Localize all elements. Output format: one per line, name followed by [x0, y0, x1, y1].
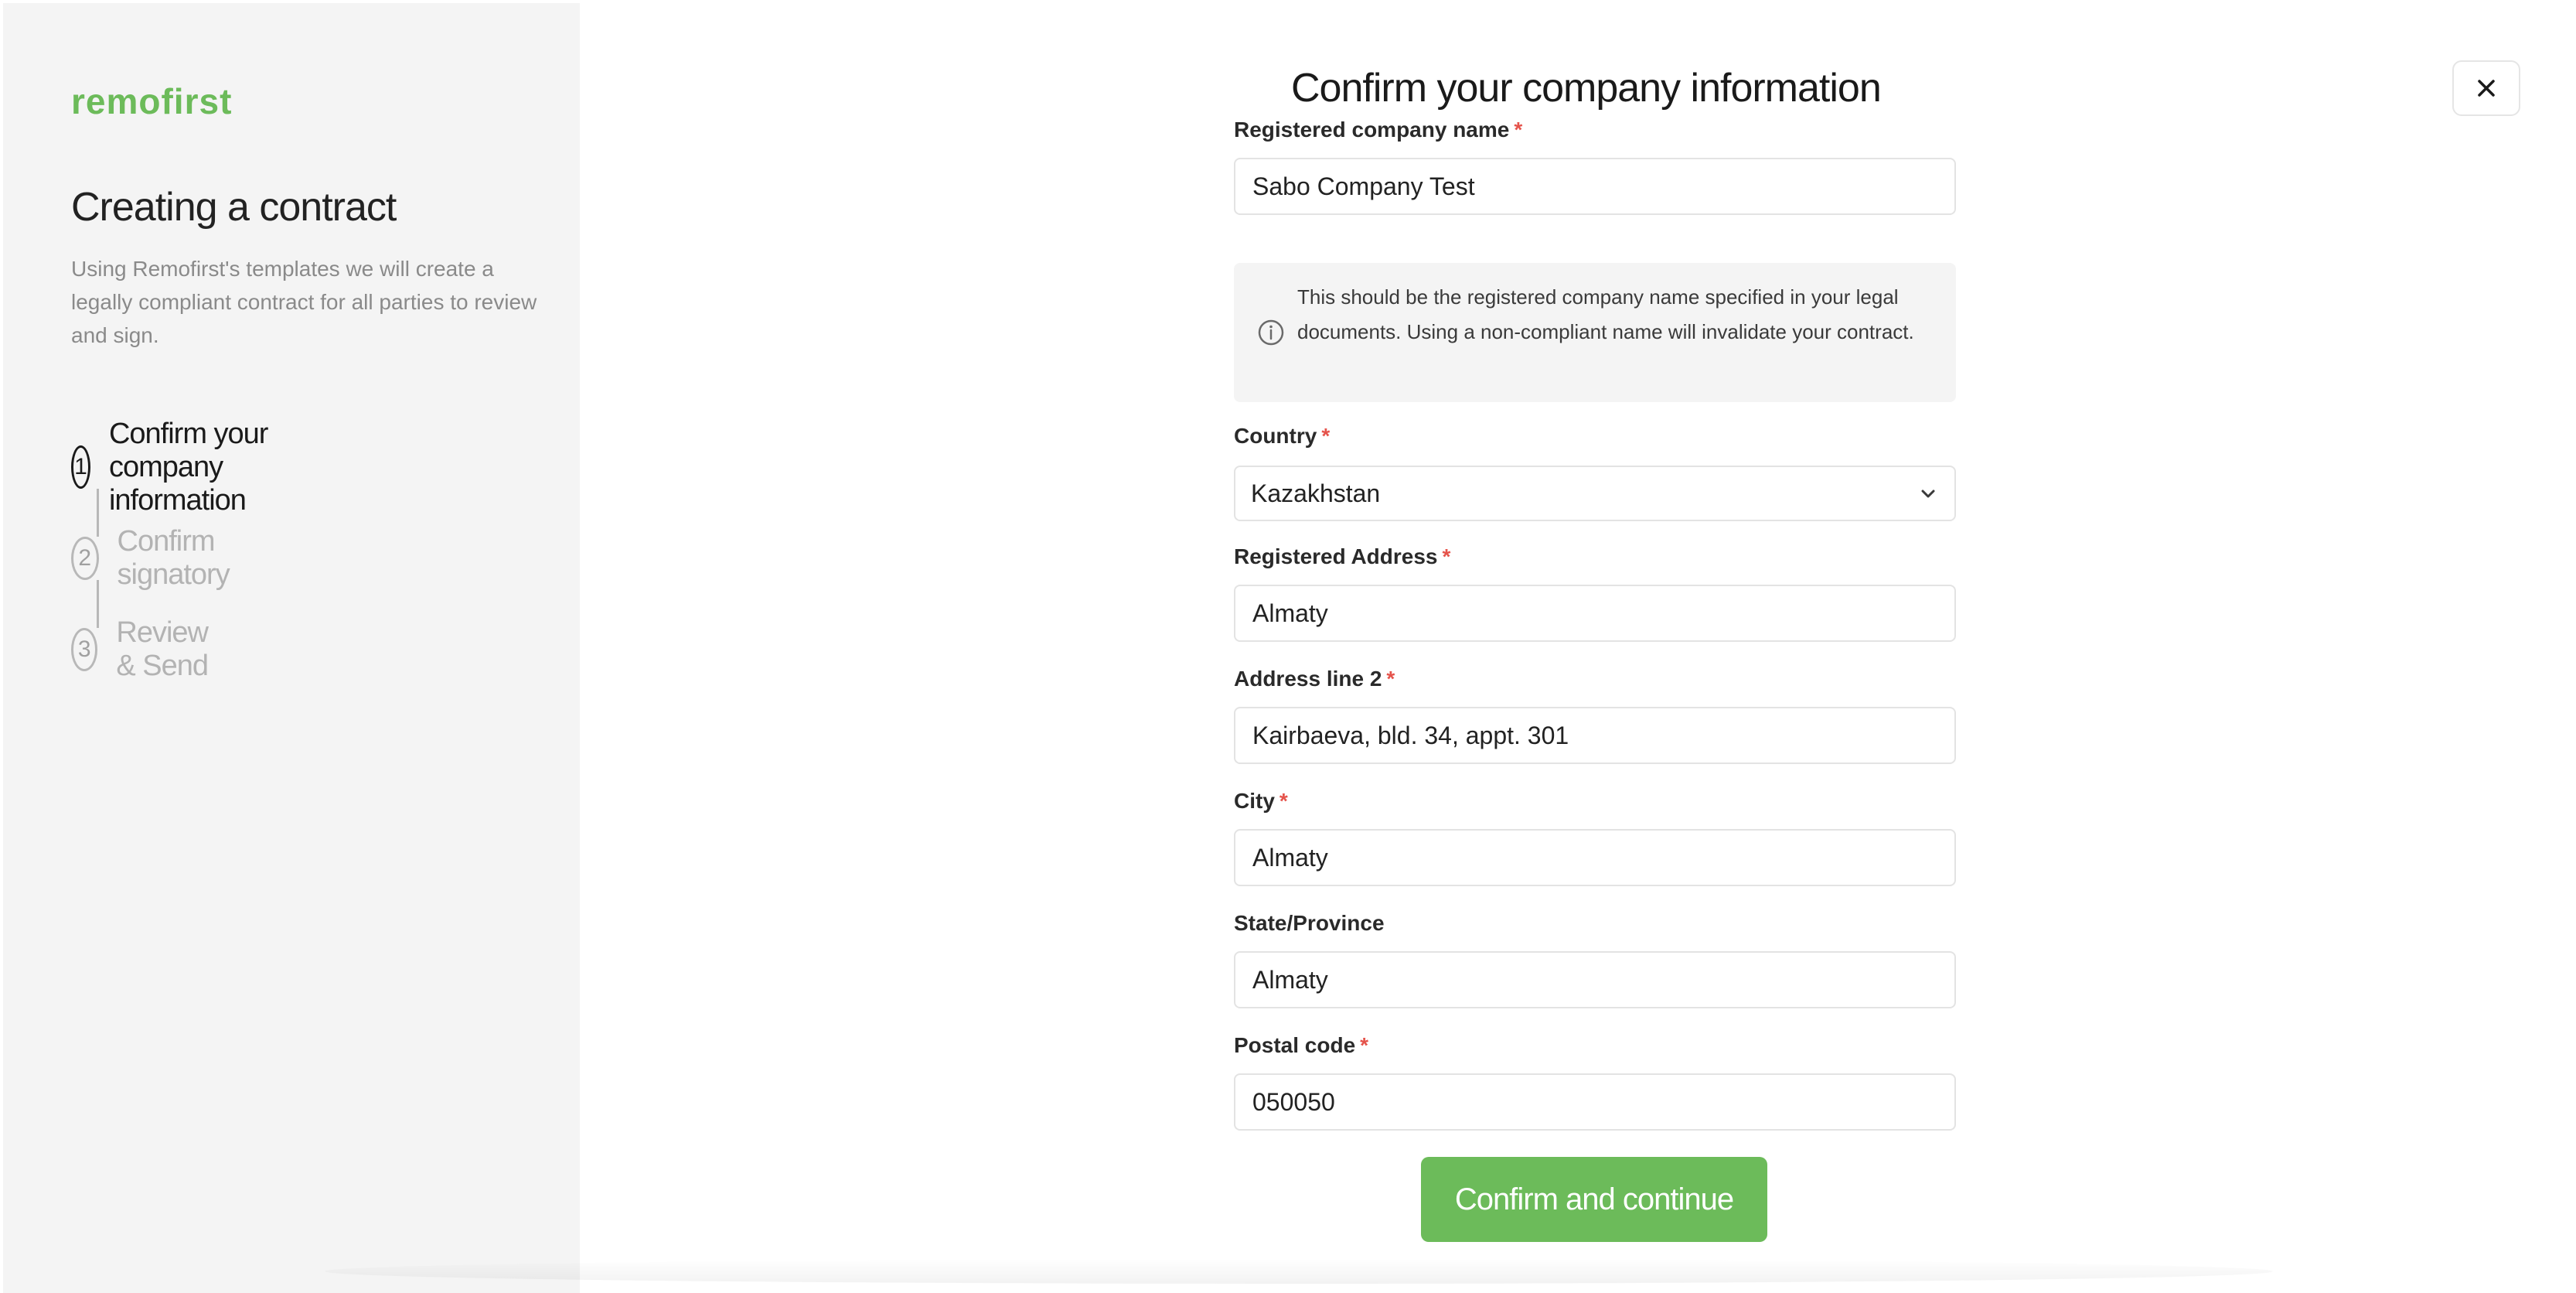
- step-1-number: 1: [71, 445, 90, 489]
- step-connector: [97, 489, 99, 537]
- confirm-and-continue-button[interactable]: Confirm and continue: [1421, 1157, 1767, 1242]
- address-label: Registered Address *: [1234, 544, 1450, 569]
- step-1-label: Confirm your company information: [108, 417, 269, 517]
- city-input[interactable]: [1234, 829, 1956, 886]
- country-select[interactable]: Kazakhstan: [1234, 466, 1956, 521]
- close-button[interactable]: [2452, 60, 2520, 116]
- logo: remofirst: [71, 81, 233, 121]
- step-3[interactable]: 3 Review & Send: [71, 616, 225, 682]
- country-select-value: Kazakhstan: [1251, 479, 1381, 507]
- sidebar-title: Creating a contract: [71, 185, 397, 230]
- required-marker: *: [1442, 544, 1451, 568]
- address-line2-label-text: Address line 2: [1234, 667, 1382, 691]
- step-2[interactable]: 2 Confirm signatory: [71, 525, 245, 591]
- step-2-label: Confirm signatory: [117, 525, 230, 591]
- step-3-number: 3: [71, 628, 98, 671]
- state-label-text: State/Province: [1234, 911, 1385, 935]
- page-title: Confirm your company information: [1291, 66, 1882, 111]
- address-line2-input[interactable]: [1234, 707, 1956, 764]
- info-note-text: This should be the registered company na…: [1297, 285, 1914, 343]
- sidebar-description: Using Remofirst's templates we will crea…: [71, 257, 537, 347]
- postal-code-label-text: Postal code: [1234, 1033, 1356, 1057]
- step-1[interactable]: 1 Confirm your company information: [71, 418, 270, 517]
- company-name-label: Registered company name *: [1234, 118, 1522, 142]
- step-2-number: 2: [71, 537, 99, 580]
- sidebar: remofirst Creating a contract Using Remo…: [3, 3, 580, 1293]
- state-input[interactable]: [1234, 951, 1956, 1008]
- company-name-label-text: Registered company name: [1234, 118, 1510, 142]
- required-marker: *: [1514, 118, 1523, 142]
- address-label-text: Registered Address: [1234, 544, 1438, 568]
- required-marker: *: [1386, 667, 1395, 691]
- required-marker: *: [1279, 789, 1288, 813]
- postal-code-input[interactable]: [1234, 1073, 1956, 1131]
- required-marker: *: [1360, 1033, 1369, 1057]
- address-line2-label: Address line 2 *: [1234, 667, 1395, 691]
- step-3-label: Review & Send: [116, 616, 209, 682]
- step-connector: [97, 580, 99, 628]
- info-note: This should be the registered company na…: [1234, 263, 1956, 402]
- chevron-down-icon: [1921, 490, 1935, 498]
- city-label: City *: [1234, 789, 1288, 814]
- required-marker: *: [1321, 424, 1331, 448]
- city-label-text: City: [1234, 789, 1275, 813]
- postal-code-label: Postal code *: [1234, 1033, 1368, 1058]
- company-name-input[interactable]: [1234, 158, 1956, 215]
- country-label: Country *: [1234, 424, 1330, 449]
- country-label-text: Country: [1234, 424, 1317, 448]
- footer-shadow: [325, 1259, 2273, 1284]
- close-icon: [2478, 80, 2495, 97]
- info-icon: [1258, 319, 1284, 346]
- state-label: State/Province: [1234, 911, 1385, 936]
- address-input[interactable]: [1234, 585, 1956, 642]
